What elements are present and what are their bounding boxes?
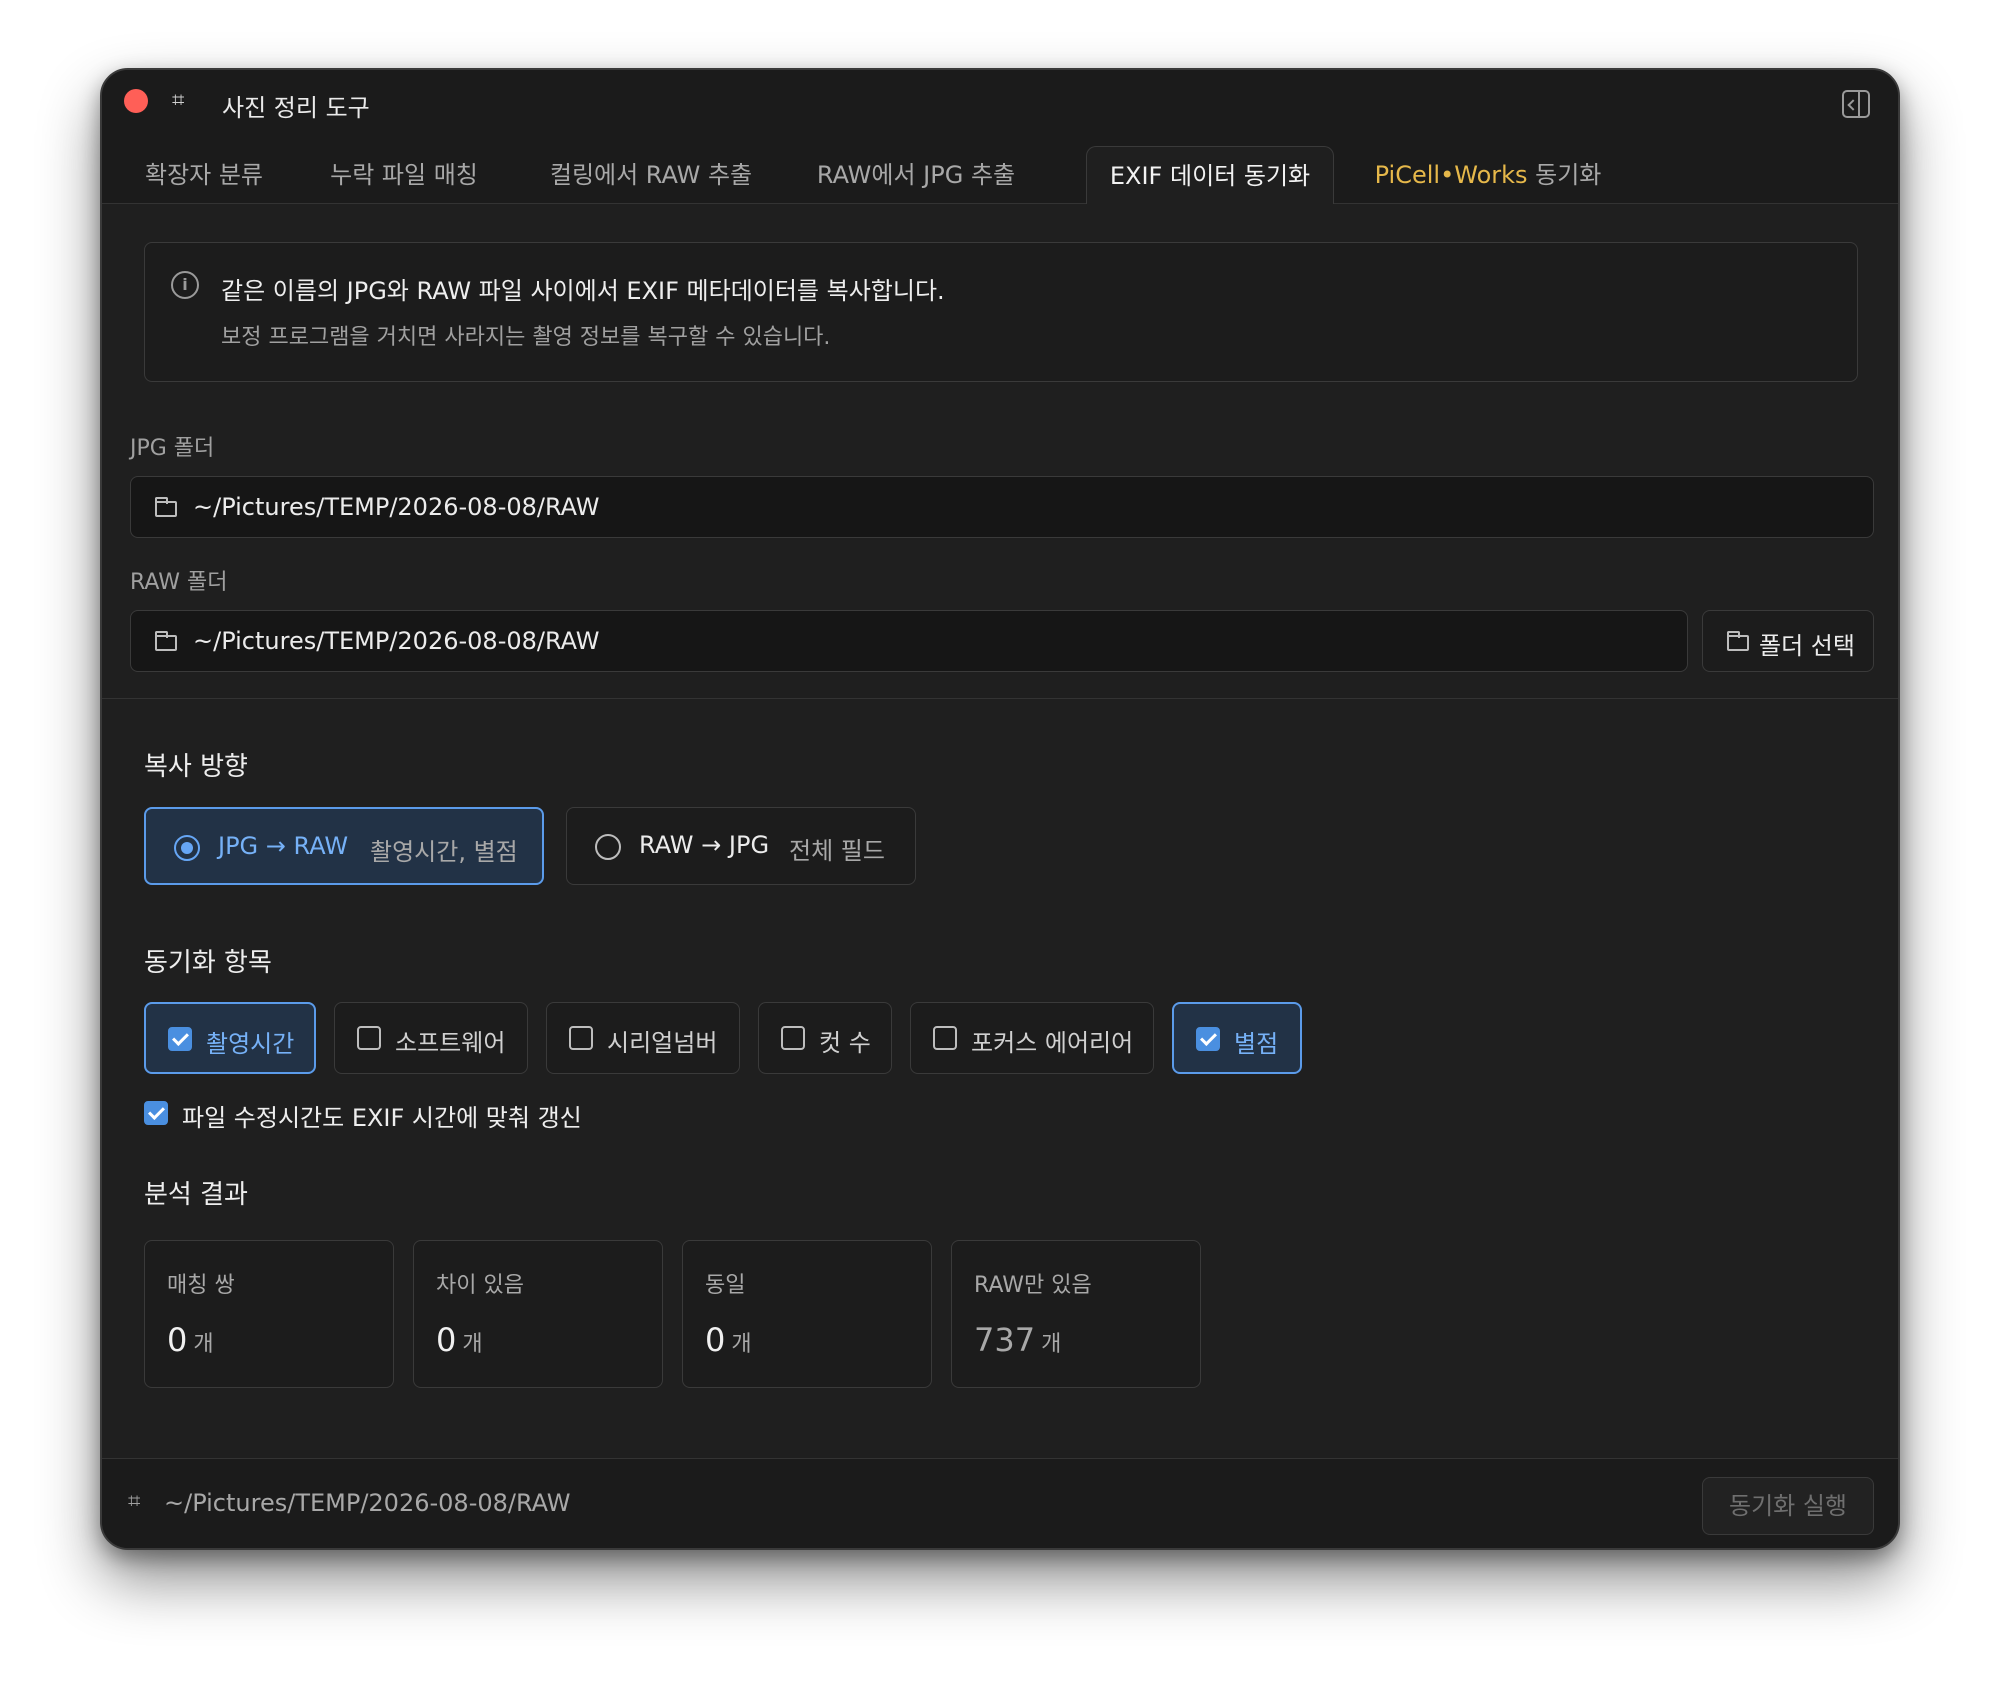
info-text-secondary: 보정 프로그램을 거치면 사라지는 촬영 정보를 복구할 수 있습니다.	[221, 325, 831, 350]
checkbox-checked-icon	[1196, 1027, 1220, 1051]
stat-identical: 동일 0개	[682, 1240, 932, 1388]
jpg-folder-path: ~/Pictures/TEMP/2026-08-08/RAW	[193, 493, 600, 521]
tab-raw-jpg[interactable]: RAW에서 JPG 추출	[796, 146, 1036, 204]
sync-item-label: 포커스 에어리어	[971, 1029, 1134, 1057]
sync-item-label: 별점	[1234, 1030, 1279, 1058]
window-title: 사진 정리 도구	[222, 94, 370, 122]
direction-option-main: RAW → JPG	[639, 831, 770, 859]
stat-value: 0개	[436, 1321, 483, 1359]
raw-folder-label: RAW 폴더	[130, 570, 228, 595]
checkbox-checked-icon[interactable]	[144, 1101, 168, 1125]
sync-item-label: 촬영시간	[206, 1030, 295, 1058]
info-banner: i 같은 이름의 JPG와 RAW 파일 사이에서 EXIF 메타데이터를 복사…	[144, 242, 1858, 382]
tab-extension-sort[interactable]: 확장자 분류	[124, 146, 284, 204]
stat-value: 0개	[167, 1321, 214, 1359]
stat-different: 차이 있음 0개	[413, 1240, 663, 1388]
sync-item-rating[interactable]: 별점	[1172, 1002, 1302, 1074]
sync-item-shutter-count[interactable]: 컷 수	[758, 1002, 892, 1074]
direction-jpg-to-raw[interactable]: JPG → RAW 촬영시간, 별점	[144, 807, 544, 885]
stat-matched-pairs: 매칭 쌍 0개	[144, 1240, 394, 1388]
stat-value: 0개	[705, 1321, 752, 1359]
app-window: ⌗ 사진 정리 도구 확장자 분류 누락 파일 매칭 컬링에서 RAW 추출 R…	[100, 68, 1900, 1550]
direction-option-sub: 촬영시간, 별점	[370, 838, 518, 866]
tab-picell-brand: PiCell•Works	[1374, 161, 1528, 189]
section-divider	[102, 698, 1898, 699]
tab-exif-sync[interactable]: EXIF 데이터 동기화	[1086, 146, 1334, 204]
radio-unselected-icon	[595, 834, 621, 860]
jpg-folder-label: JPG 폴더	[130, 436, 215, 461]
sync-item-label: 시리얼넘버	[607, 1029, 718, 1057]
tab-missing-match[interactable]: 누락 파일 매칭	[304, 146, 504, 204]
select-folder-button[interactable]: 폴더 선택	[1702, 610, 1874, 672]
checkbox-icon	[933, 1026, 957, 1050]
raw-folder-path: ~/Pictures/TEMP/2026-08-08/RAW	[193, 627, 600, 655]
footer-path: ~/Pictures/TEMP/2026-08-08/RAW	[164, 1489, 571, 1517]
tab-picell-sync[interactable]: PiCell•Works 동기화	[1358, 146, 1618, 204]
direction-title: 복사 방향	[144, 752, 248, 782]
sync-item-serial[interactable]: 시리얼넘버	[546, 1002, 740, 1074]
radio-selected-icon	[174, 835, 200, 861]
tab-bar: 확장자 분류 누락 파일 매칭 컬링에서 RAW 추출 RAW에서 JPG 추출…	[102, 146, 1898, 204]
checkbox-icon	[781, 1026, 805, 1050]
stat-label: RAW만 있음	[974, 1273, 1092, 1298]
stat-label: 동일	[705, 1273, 746, 1298]
folder-icon	[155, 631, 177, 651]
close-button[interactable]	[124, 89, 148, 113]
stat-label: 차이 있음	[436, 1273, 524, 1298]
sync-item-label: 컷 수	[819, 1029, 871, 1057]
footer-bar: ⌗ ~/Pictures/TEMP/2026-08-08/RAW 동기화 실행	[102, 1458, 1898, 1548]
direction-option-sub: 전체 필드	[789, 837, 885, 865]
sync-item-software[interactable]: 소프트웨어	[334, 1002, 528, 1074]
stat-value: 737 개	[974, 1321, 1062, 1359]
direction-option-main: JPG → RAW	[218, 832, 349, 860]
jpg-folder-input[interactable]: ~/Pictures/TEMP/2026-08-08/RAW	[130, 476, 1874, 538]
select-folder-label: 폴더 선택	[1759, 632, 1855, 660]
tag-icon: ⌗	[172, 88, 185, 113]
checkbox-checked-icon	[168, 1027, 192, 1051]
sync-items-title: 동기화 항목	[144, 948, 272, 978]
sync-item-focus-area[interactable]: 포커스 에어리어	[910, 1002, 1154, 1074]
sidebar-toggle-icon[interactable]	[1842, 90, 1870, 118]
raw-folder-input[interactable]: ~/Pictures/TEMP/2026-08-08/RAW	[130, 610, 1688, 672]
sync-item-capture-time[interactable]: 촬영시간	[144, 1002, 316, 1074]
checkbox-icon	[357, 1026, 381, 1050]
folder-icon	[1727, 631, 1749, 651]
tab-picell-rest: 동기화	[1527, 161, 1602, 189]
direction-raw-to-jpg[interactable]: RAW → JPG 전체 필드	[566, 807, 916, 885]
stat-label: 매칭 쌍	[167, 1273, 235, 1298]
tag-icon: ⌗	[128, 1489, 141, 1514]
checkbox-icon	[569, 1026, 593, 1050]
tab-culling-raw[interactable]: 컬링에서 RAW 추출	[526, 146, 776, 204]
mtime-option-label: 파일 수정시간도 EXIF 시간에 맞춰 갱신	[182, 1104, 582, 1132]
sync-item-label: 소프트웨어	[395, 1029, 506, 1057]
results-title: 분석 결과	[144, 1180, 248, 1210]
title-bar: ⌗ 사진 정리 도구	[102, 70, 1898, 146]
info-icon: i	[171, 271, 199, 299]
stat-raw-only: RAW만 있음 737 개	[951, 1240, 1201, 1388]
folder-icon	[155, 497, 177, 517]
run-sync-button[interactable]: 동기화 실행	[1702, 1477, 1874, 1535]
info-text-primary: 같은 이름의 JPG와 RAW 파일 사이에서 EXIF 메타데이터를 복사합니…	[221, 277, 945, 305]
